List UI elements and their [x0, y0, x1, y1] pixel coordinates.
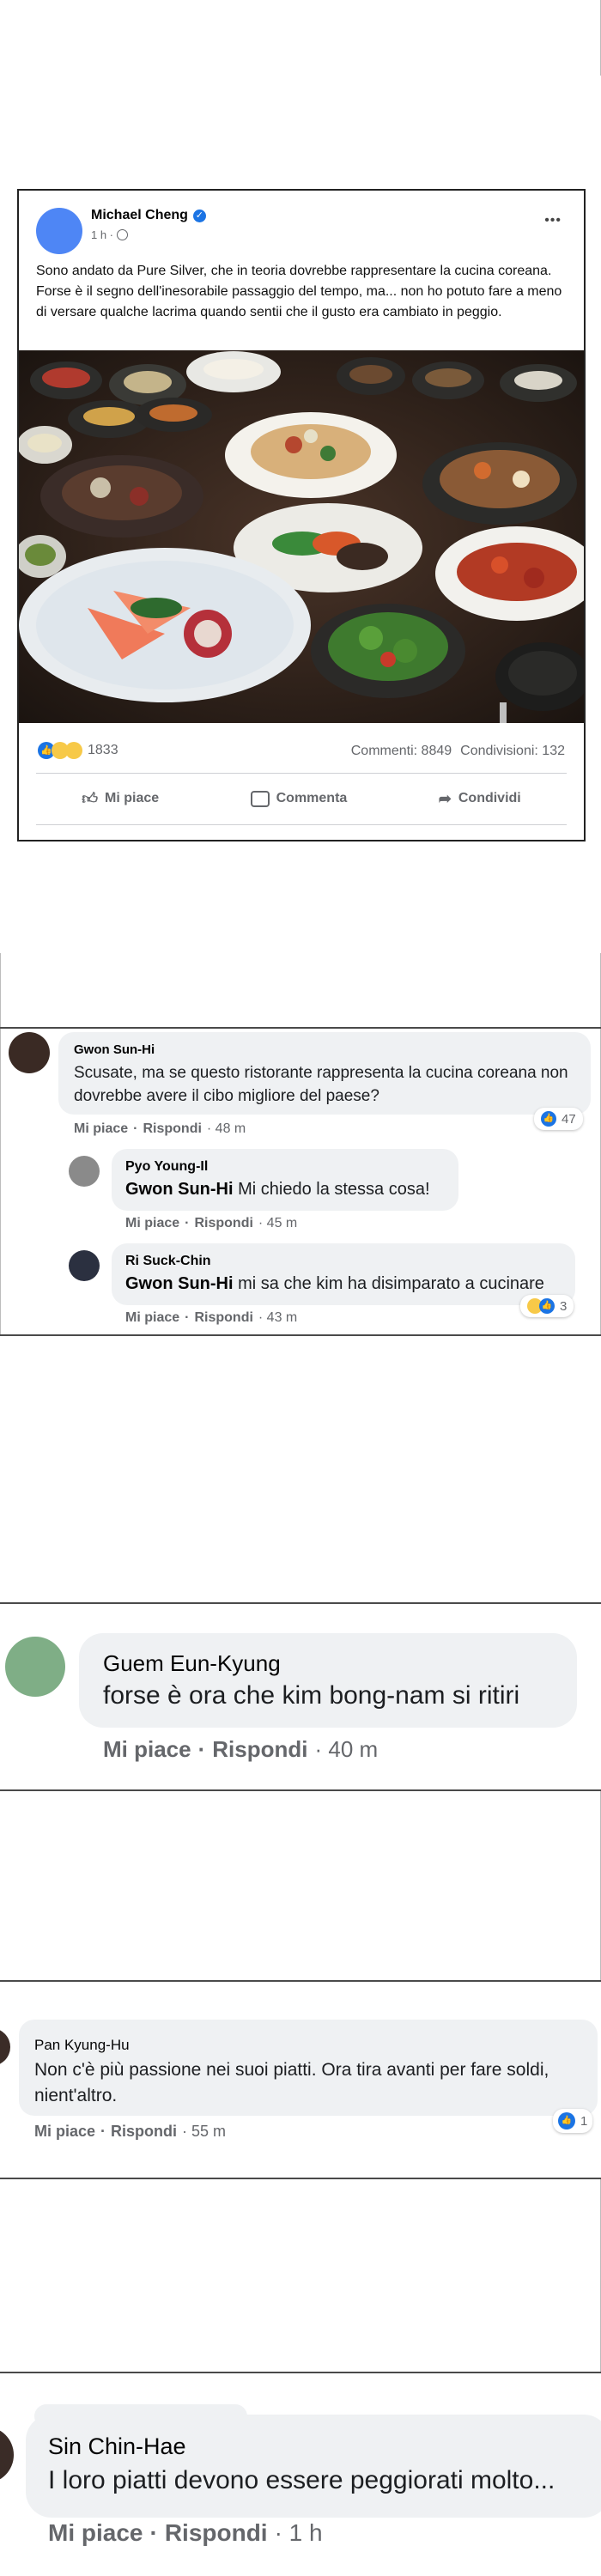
comment-reactions[interactable]: 👍 47	[534, 1108, 583, 1130]
avatar[interactable]	[0, 2028, 10, 2066]
avatar[interactable]	[9, 1032, 50, 1073]
comment-time[interactable]: · 55 m	[182, 2123, 226, 2141]
comment-time[interactable]: · 40 m	[314, 1736, 378, 1763]
reply-text: mi sa che kim ha disimparato a cucinare	[233, 1274, 544, 1293]
avatar[interactable]	[69, 1156, 100, 1187]
reaction-count: 1833	[88, 743, 118, 757]
share-button[interactable]: ➦ Condividi	[439, 790, 521, 808]
comment-icon	[250, 790, 270, 807]
reply-link[interactable]: Rispondi	[194, 1216, 252, 1231]
thumbs-up-icon: 👍︎	[82, 790, 99, 807]
mention[interactable]: Gwon Sun-Hi	[125, 1274, 234, 1293]
reaction-summary[interactable]: 👍 1833	[38, 742, 118, 759]
food-photo	[19, 350, 584, 723]
share-icon: ➦	[438, 789, 452, 807]
comment-author[interactable]: Sin Chin-Hae	[48, 2433, 186, 2460]
reply-link[interactable]: Rispondi	[194, 1310, 252, 1326]
share-label: Condividi	[458, 791, 521, 805]
reply-link[interactable]: Rispondi	[143, 1121, 201, 1137]
reply-text: Mi chiedo la stessa cosa!	[233, 1180, 430, 1199]
like-reaction-icon: 👍	[539, 1298, 555, 1314]
like-label: Mi piace	[105, 791, 160, 805]
dot-separator: ·	[100, 2123, 106, 2140]
comment-author[interactable]: Guem Eun-Kyung	[103, 1650, 281, 1677]
globe-icon	[117, 229, 129, 240]
reply-author[interactable]: Ri Suck-Chin	[125, 1254, 211, 1269]
author-avatar[interactable]	[36, 208, 82, 254]
divider	[0, 1602, 601, 1604]
post-author[interactable]: Michael Cheng	[91, 208, 188, 223]
divider	[0, 2178, 601, 2179]
like-link[interactable]: Mi piace	[125, 1216, 179, 1231]
divider	[0, 1789, 601, 1791]
comments-count[interactable]: Commenti: 8849	[351, 744, 452, 759]
comment-time[interactable]: · 43 m	[258, 1310, 297, 1326]
reply-link[interactable]: Rispondi	[212, 1736, 307, 1763]
dot-separator: ·	[185, 1216, 190, 1230]
like-link[interactable]: Mi piace	[125, 1310, 179, 1326]
post-card: Michael Cheng ✓ 1 h · ••• Sono andato da…	[17, 189, 586, 841]
comment-button[interactable]: Commenta	[250, 790, 348, 807]
divider	[0, 2372, 601, 2373]
mention[interactable]: Gwon Sun-Hi	[125, 1180, 234, 1199]
divider	[0, 1334, 601, 1336]
post-time[interactable]: 1 h ·	[91, 228, 113, 241]
avatar[interactable]	[0, 2427, 14, 2483]
reply-reactions[interactable]: 👍 3	[520, 1295, 574, 1317]
avatar[interactable]	[69, 1250, 100, 1281]
reply-link[interactable]: Rispondi	[165, 2519, 268, 2547]
like-link[interactable]: Mi piace	[103, 1736, 191, 1763]
like-reaction-icon: 👍	[541, 1111, 556, 1127]
comment-text: I loro piatti devono essere peggiorati m…	[48, 2466, 555, 2494]
reaction-count: 1	[580, 2113, 588, 2129]
post-image[interactable]	[19, 350, 584, 723]
actions-divider	[36, 773, 567, 774]
panel-edge-left	[0, 953, 1, 1335]
reply-link[interactable]: Rispondi	[111, 2123, 177, 2141]
like-link[interactable]: Mi piace	[34, 2123, 95, 2141]
comment-time[interactable]: · 45 m	[258, 1216, 297, 1231]
reply-author[interactable]: Pyo Young-Il	[125, 1159, 208, 1175]
avatar[interactable]	[5, 1637, 65, 1697]
post-text: Sono andato da Pure Silver, che in teori…	[36, 264, 562, 319]
reaction-count: 3	[560, 1298, 568, 1314]
verified-icon: ✓	[192, 209, 206, 222]
like-reaction-icon: 👍	[558, 2112, 575, 2129]
comment-time[interactable]: · 48 m	[207, 1121, 246, 1137]
like-link[interactable]: Mi piace	[48, 2519, 143, 2547]
comment-text: forse è ora che kim bong-nam si ritiri	[103, 1681, 520, 1710]
divider	[0, 1980, 601, 1982]
comment-text: Non c'è più passione nei suoi piatti. Or…	[34, 2060, 549, 2105]
like-link[interactable]: Mi piace	[74, 1121, 128, 1137]
dot-separator: ·	[133, 1121, 138, 1136]
comment-reactions[interactable]: 👍 1	[553, 2109, 593, 2133]
comment-bubble	[79, 1633, 577, 1728]
comment-time[interactable]: · 1 h	[275, 2519, 323, 2547]
card-bottom-divider	[36, 824, 567, 825]
more-options-icon[interactable]: •••	[544, 213, 562, 228]
dot-separator: ·	[185, 1310, 190, 1325]
like-button[interactable]: 👍︎ Mi piace	[82, 789, 159, 808]
divider	[0, 1027, 601, 1029]
dot-separator: ·	[197, 1736, 206, 1762]
comment-label: Commenta	[276, 791, 348, 805]
comment-author[interactable]: Gwon Sun-Hi	[74, 1042, 155, 1057]
comment-text: Scusate, ma se questo ristorante rappres…	[74, 1064, 568, 1105]
reaction-count: 47	[562, 1111, 576, 1127]
comment-author[interactable]: Pan Kyung-Hu	[34, 2037, 130, 2054]
dot-separator: ·	[149, 2519, 158, 2546]
wow-reaction-icon	[65, 742, 82, 759]
shares-count[interactable]: Condivisioni: 132	[460, 744, 565, 759]
